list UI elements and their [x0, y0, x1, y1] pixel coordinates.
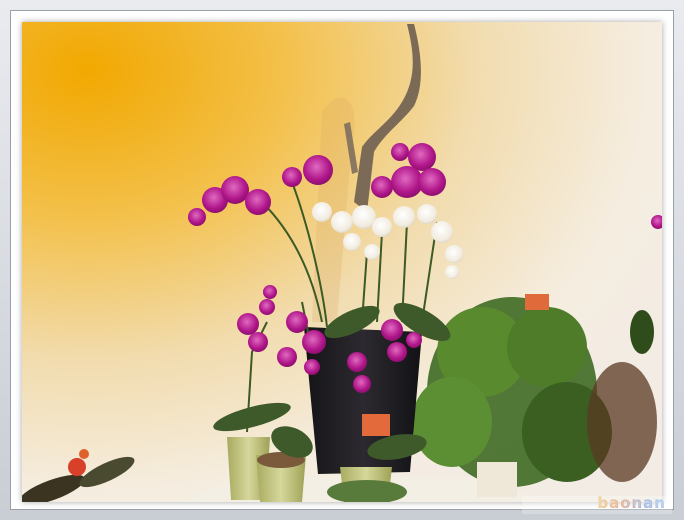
- watermark-logo: baonan: [593, 494, 670, 512]
- shrub-pot: [477, 462, 517, 497]
- orchid-scene: [22, 22, 662, 502]
- price-tag-right: [525, 294, 549, 310]
- photo-frame: baonan: [0, 0, 684, 520]
- orchid-photo: [22, 22, 662, 502]
- price-tag-left: [362, 414, 390, 436]
